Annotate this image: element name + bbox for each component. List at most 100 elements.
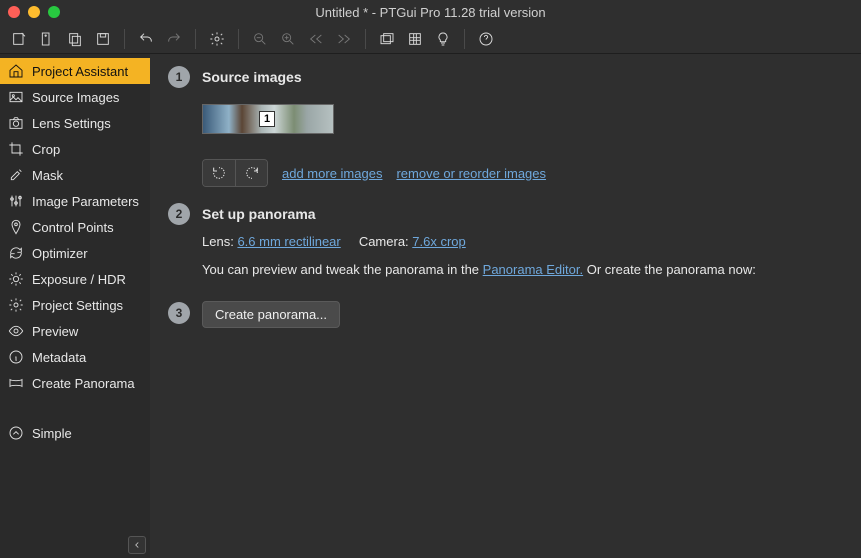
sidebar-item-lens-settings[interactable]: Lens Settings <box>0 110 150 136</box>
sidebar-item-label: Lens Settings <box>32 116 111 131</box>
step-1-body: 1 add more images remove or reorder imag… <box>202 104 843 187</box>
step-badge-1: 1 <box>168 66 190 88</box>
sidebar-item-project-settings[interactable]: Project Settings <box>0 292 150 318</box>
camera-icon <box>8 115 24 131</box>
sidebar-item-label: Preview <box>32 324 78 339</box>
sidebar: Project Assistant Source Images Lens Set… <box>0 54 150 558</box>
eye-icon <box>8 323 24 339</box>
sidebar-item-label: Project Assistant <box>32 64 128 79</box>
maximize-window-button[interactable] <box>48 6 60 18</box>
open-project-icon[interactable] <box>36 28 58 50</box>
sidebar-item-label: Crop <box>32 142 60 157</box>
app-window: Untitled * - PTGui Pro 11.28 trial versi… <box>0 0 861 558</box>
preview-text-1: You can preview and tweak the panorama i… <box>202 262 483 277</box>
main-content: 1 Source images 1 <box>150 54 861 558</box>
save-as-icon[interactable] <box>92 28 114 50</box>
rotate-ccw-button[interactable] <box>203 160 235 186</box>
sun-icon <box>8 271 24 287</box>
remove-reorder-images-link[interactable]: remove or reorder images <box>396 166 546 181</box>
help-icon[interactable] <box>475 28 497 50</box>
sidebar-item-label: Metadata <box>32 350 86 365</box>
toolbar-separator <box>238 29 239 49</box>
crop-icon <box>8 141 24 157</box>
sidebar-item-image-parameters[interactable]: Image Parameters <box>0 188 150 214</box>
sidebar-item-simple[interactable]: Simple <box>0 420 150 446</box>
step-badge-2: 2 <box>168 203 190 225</box>
sidebar-item-project-assistant[interactable]: Project Assistant <box>0 58 150 84</box>
rotate-ccw-icon <box>211 165 227 181</box>
minimize-window-button[interactable] <box>28 6 40 18</box>
lens-camera-line: Lens: 6.6 mm rectilinear Camera: 7.6x cr… <box>202 231 843 253</box>
sidebar-bottom <box>0 532 150 558</box>
gear-icon <box>8 297 24 313</box>
panorama-icon <box>8 375 24 391</box>
step-1-header: 1 Source images <box>168 66 843 88</box>
step-1-title: Source images <box>202 69 302 85</box>
sidebar-item-mask[interactable]: Mask <box>0 162 150 188</box>
step-2-title: Set up panorama <box>202 206 316 222</box>
brush-icon <box>8 167 24 183</box>
sidebar-item-optimizer[interactable]: Optimizer <box>0 240 150 266</box>
sidebar-item-create-panorama[interactable]: Create Panorama <box>0 370 150 396</box>
sidebar-item-control-points[interactable]: Control Points <box>0 214 150 240</box>
camera-label: Camera: <box>359 234 409 249</box>
collapse-sidebar-button[interactable] <box>128 536 146 554</box>
preview-text-line: You can preview and tweak the panorama i… <box>202 259 843 281</box>
panorama-editor-icon[interactable] <box>376 28 398 50</box>
sidebar-item-label: Project Settings <box>32 298 123 313</box>
skip-forward-icon[interactable] <box>333 28 355 50</box>
toolbar-separator <box>464 29 465 49</box>
toolbar-separator <box>195 29 196 49</box>
thumbnail-area: 1 <box>202 104 843 137</box>
sidebar-item-source-images[interactable]: Source Images <box>0 84 150 110</box>
pin-icon <box>8 219 24 235</box>
step-2-body: Lens: 6.6 mm rectilinear Camera: 7.6x cr… <box>202 231 843 281</box>
add-more-images-link[interactable]: add more images <box>282 166 382 181</box>
save-project-icon[interactable] <box>64 28 86 50</box>
toolbar-separator <box>124 29 125 49</box>
skip-back-icon[interactable] <box>305 28 327 50</box>
chevron-up-circle-icon <box>8 425 24 441</box>
toolbar-separator <box>365 29 366 49</box>
grid-icon[interactable] <box>404 28 426 50</box>
undo-icon[interactable] <box>135 28 157 50</box>
zoom-out-icon[interactable] <box>249 28 271 50</box>
sidebar-item-label: Source Images <box>32 90 119 105</box>
step-3-row: 3 Create panorama... <box>168 297 843 328</box>
lens-value-link[interactable]: 6.6 mm rectilinear <box>237 234 340 249</box>
new-project-icon[interactable] <box>8 28 30 50</box>
window-title: Untitled * - PTGui Pro 11.28 trial versi… <box>0 5 861 20</box>
window-controls <box>8 6 60 18</box>
step-badge-3: 3 <box>168 302 190 324</box>
image-icon <box>8 89 24 105</box>
redo-icon[interactable] <box>163 28 185 50</box>
sidebar-item-label: Control Points <box>32 220 114 235</box>
sidebar-item-preview[interactable]: Preview <box>0 318 150 344</box>
body: Project Assistant Source Images Lens Set… <box>0 54 861 558</box>
rotate-cw-icon <box>244 165 260 181</box>
close-window-button[interactable] <box>8 6 20 18</box>
sidebar-item-exposure-hdr[interactable]: Exposure / HDR <box>0 266 150 292</box>
sidebar-item-label: Simple <box>32 426 72 441</box>
sliders-icon <box>8 193 24 209</box>
titlebar: Untitled * - PTGui Pro 11.28 trial versi… <box>0 0 861 24</box>
home-icon <box>8 63 24 79</box>
source-image-thumbnail[interactable]: 1 <box>202 104 334 134</box>
panorama-editor-link[interactable]: Panorama Editor. <box>483 262 583 277</box>
sidebar-item-label: Exposure / HDR <box>32 272 126 287</box>
sidebar-item-label: Optimizer <box>32 246 88 261</box>
rotate-cw-button[interactable] <box>235 160 267 186</box>
zoom-in-icon[interactable] <box>277 28 299 50</box>
sidebar-item-label: Create Panorama <box>32 376 135 391</box>
sidebar-item-crop[interactable]: Crop <box>0 136 150 162</box>
step-2-header: 2 Set up panorama <box>168 203 843 225</box>
sidebar-item-label: Mask <box>32 168 63 183</box>
info-icon <box>8 349 24 365</box>
lens-label: Lens: <box>202 234 234 249</box>
sidebar-item-metadata[interactable]: Metadata <box>0 344 150 370</box>
create-panorama-button[interactable]: Create panorama... <box>202 301 340 328</box>
camera-value-link[interactable]: 7.6x crop <box>412 234 465 249</box>
hint-icon[interactable] <box>432 28 454 50</box>
rotate-group <box>202 159 268 187</box>
settings-icon[interactable] <box>206 28 228 50</box>
